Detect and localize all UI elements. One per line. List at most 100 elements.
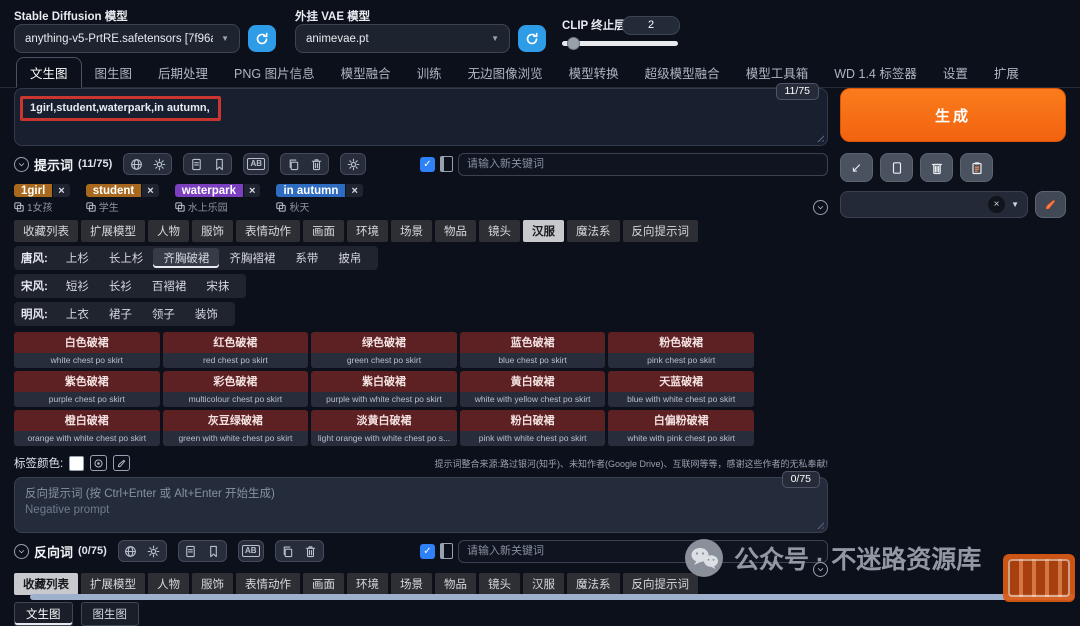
resize-handle[interactable] [815,133,824,142]
skirt-cell[interactable]: 彩色破裙multicolour chest po skirt [163,371,309,407]
prompt-text-highlighted[interactable]: 1girl,student,waterpark,in autumn, [20,96,221,121]
tab-checkpoint-merger[interactable]: 模型融合 [328,58,404,87]
hanfu-item[interactable]: 齐胸褶裙 [219,248,285,268]
category-extra-models[interactable]: 扩展模型 [81,573,145,595]
category-extra-models[interactable]: 扩展模型 [81,220,145,242]
category-environment[interactable]: 环境 [347,220,388,242]
tab-settings[interactable]: 设置 [930,58,981,87]
category-camera[interactable]: 镜头 [479,573,520,595]
negative-prompt-textarea[interactable]: 反向提示词 (按 Ctrl+Enter 或 Alt+Enter 开始生成) Ne… [14,477,828,533]
hanfu-item[interactable]: 长衫 [99,276,142,296]
tag-text[interactable]: in autumn [276,184,345,197]
category-object[interactable]: 物品 [435,573,476,595]
tab-img2img[interactable]: 图生图 [82,58,146,87]
category-character[interactable]: 人物 [148,573,189,595]
category-object[interactable]: 物品 [435,220,476,242]
hanfu-item[interactable]: 裙子 [99,304,142,324]
tag-pill[interactable]: waterpark × [175,184,261,197]
close-icon[interactable]: × [141,184,158,197]
vae-select[interactable]: animevae.pt ▼ [295,24,510,53]
tab-extras[interactable]: 后期处理 [145,58,221,87]
category-scene[interactable]: 场景 [391,220,432,242]
subtab-txt2img[interactable]: 文生图 [14,602,73,626]
ab-translate-icon[interactable]: AB [242,543,260,559]
ab-translate-icon[interactable]: AB [247,156,265,172]
trash-icon[interactable] [302,543,320,559]
tab-png-info[interactable]: PNG 图片信息 [221,58,328,87]
category-negative[interactable]: 反向提示词 [623,220,699,242]
hanfu-item[interactable]: 披帛 [328,248,371,268]
category-character[interactable]: 人物 [148,220,189,242]
tab-txt2img[interactable]: 文生图 [16,57,82,88]
tab-train[interactable]: 训练 [404,58,455,87]
refresh-vae-button[interactable] [518,25,546,52]
style-apply-button[interactable] [960,153,993,182]
category-favorites[interactable]: 收藏列表 [14,573,78,595]
target-icon[interactable] [90,455,107,471]
category-magic[interactable]: 魔法系 [567,573,620,595]
clip-skip-slider-handle[interactable] [567,37,580,50]
tag-text[interactable]: 1girl [14,184,52,197]
category-camera[interactable]: 镜头 [479,220,520,242]
skirt-cell[interactable]: 绿色破裙green chest po skirt [311,332,457,368]
copy-icon[interactable] [279,543,297,559]
tab-extensions[interactable]: 扩展 [981,58,1032,87]
skirt-cell[interactable]: 白色破裙white chest po skirt [14,332,160,368]
tab-wd14-tagger[interactable]: WD 1.4 标签器 [821,58,930,87]
read-params-button[interactable]: ↙ [840,153,873,182]
new-keyword-input[interactable] [458,153,828,176]
tab-super-merger[interactable]: 超级模型融合 [632,58,733,87]
hanfu-item[interactable]: 领子 [142,304,185,324]
notebook-icon[interactable] [440,543,453,559]
close-icon[interactable]: × [52,184,69,197]
hanfu-item[interactable]: 系带 [285,248,328,268]
hanfu-item[interactable]: 上衣 [56,304,99,324]
hanfu-item[interactable]: 短衫 [56,276,99,296]
tag-pill[interactable]: in autumn × [276,184,362,197]
skirt-cell[interactable]: 蓝色破裙blue chest po skirt [460,332,606,368]
tab-infinite-browser[interactable]: 无边图像浏览 [455,58,556,87]
category-expression[interactable]: 表情动作 [236,220,300,242]
category-clothing[interactable]: 服饰 [192,220,233,242]
gear-icon[interactable] [344,156,362,172]
keyword-checkbox[interactable]: ✓ [420,157,435,172]
prompt-textarea[interactable]: 11/75 1girl,student,waterpark,in autumn, [14,88,828,146]
category-hanfu[interactable]: 汉服 [523,573,564,595]
skirt-cell[interactable]: 天蓝破裙blue with white chest po skirt [608,371,754,407]
skirt-cell[interactable]: 粉白破裙pink with white chest po skirt [460,410,606,446]
notebook-icon[interactable] [440,156,453,172]
color-swatch[interactable] [69,456,84,471]
clear-prompt-button[interactable] [920,153,953,182]
tab-model-convert[interactable]: 模型转换 [556,58,632,87]
skirt-cell[interactable]: 紫色破裙purple chest po skirt [14,371,160,407]
skirt-cell[interactable]: 灰豆绿破裙green with white chest po skirt [163,410,309,446]
close-icon[interactable]: × [345,184,362,197]
tag-text[interactable]: student [86,184,142,197]
globe-icon[interactable] [127,156,145,172]
styles-select[interactable]: × ▼ [840,191,1028,218]
category-environment[interactable]: 环境 [347,573,388,595]
gear-icon[interactable] [150,156,168,172]
document-icon[interactable] [182,543,200,559]
sd-model-select[interactable]: anything-v5-PrtRE.safetensors [7f96a1a9c… [14,24,240,53]
skirt-cell[interactable]: 紫白破裙purple with white chest po skirt [311,371,457,407]
hanfu-item[interactable]: 百褶裙 [142,276,197,296]
skirt-cell[interactable]: 橙白破裙orange with white chest po skirt [14,410,160,446]
resize-handle[interactable] [815,520,824,529]
hanfu-item-active[interactable]: 齐胸破裙 [153,248,219,268]
category-favorites[interactable]: 收藏列表 [14,220,78,242]
skirt-cell[interactable]: 红色破裙red chest po skirt [163,332,309,368]
trash-icon[interactable] [307,156,325,172]
expand-chevron-icon[interactable] [813,562,828,577]
globe-icon[interactable] [122,543,140,559]
blank-page-button[interactable] [880,153,913,182]
subtab-img2img[interactable]: 图生图 [81,602,140,626]
tag-pill[interactable]: 1girl × [14,184,70,197]
refresh-model-button[interactable] [248,25,276,52]
edit-styles-button[interactable] [1035,191,1066,218]
hanfu-item[interactable]: 宋抹 [196,276,239,296]
document-icon[interactable] [187,156,205,172]
gear-icon[interactable] [145,543,163,559]
hanfu-item[interactable]: 上杉 [56,248,99,268]
skirt-cell[interactable]: 粉色破裙pink chest po skirt [608,332,754,368]
